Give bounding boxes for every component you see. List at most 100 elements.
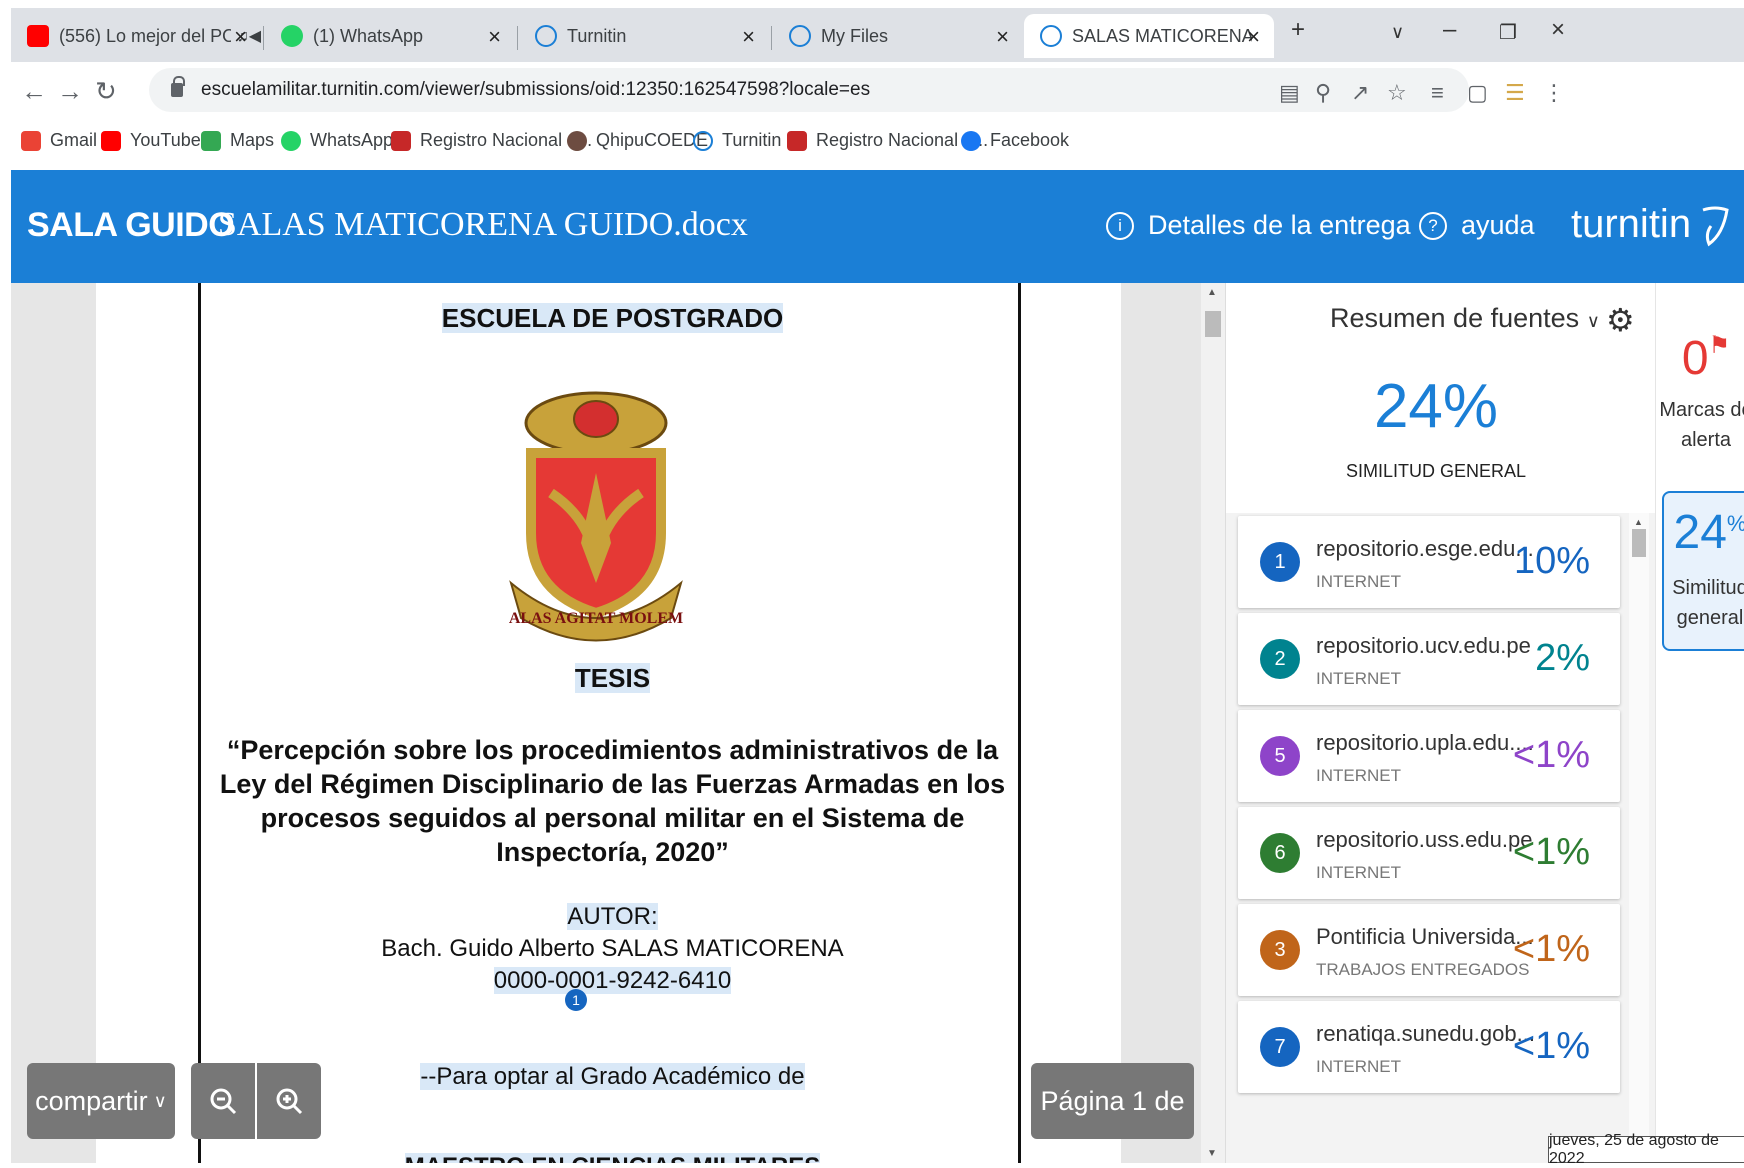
extension-icon[interactable]: ☰ bbox=[1505, 80, 1525, 106]
scroll-thumb[interactable] bbox=[1205, 311, 1221, 337]
bookmark-registro-1[interactable]: Registro Nacional d... bbox=[391, 130, 592, 151]
tab-my-files[interactable]: My Files × bbox=[773, 14, 1023, 58]
lock-icon bbox=[171, 76, 185, 97]
source-item-5[interactable]: 5 repositorio.upla.edu.... INTERNET <1% bbox=[1238, 710, 1620, 802]
zoom-out-button[interactable] bbox=[191, 1063, 255, 1139]
document-scrollbar[interactable]: ▲ ▼ bbox=[1201, 283, 1225, 1163]
facebook-icon bbox=[961, 130, 981, 151]
source-type: TRABAJOS ENTREGADOS bbox=[1316, 960, 1530, 979]
info-icon: i bbox=[1106, 211, 1134, 240]
document-page: ESCUELA DE POSTGRADO ALAS AGITAT MOLEM T… bbox=[198, 283, 1021, 1163]
translate-icon[interactable]: ▤ bbox=[1279, 80, 1300, 106]
bookmark-registro-2[interactable]: Registro Nacional d... bbox=[787, 130, 988, 151]
turnitin-icon bbox=[789, 25, 811, 47]
close-tab-icon[interactable]: × bbox=[742, 24, 755, 50]
source-name: repositorio.uss.edu.pe bbox=[1316, 827, 1533, 852]
page-indicator[interactable]: Página 1 de bbox=[1031, 1063, 1194, 1139]
source-number-badge: 3 bbox=[1260, 930, 1300, 970]
bookmark-qhipucoede[interactable]: QhipuCOEDE bbox=[567, 130, 708, 151]
bookmark-facebook[interactable]: Facebook bbox=[961, 130, 1069, 151]
turnitin-logo-icon bbox=[1702, 206, 1729, 247]
military-seal-emblem: ALAS AGITAT MOLEM bbox=[509, 391, 683, 642]
course-title: SALA GUIDO bbox=[27, 206, 235, 244]
turnitin-header: SALA GUIDO SALAS MATICORENA GUIDO.docx i… bbox=[11, 170, 1744, 283]
source-percent: 2% bbox=[1535, 637, 1590, 679]
tab-youtube[interactable]: (556) Lo mejor del POP ♫◀ × bbox=[11, 14, 261, 58]
flags-label: Marcas de alerta bbox=[1659, 399, 1744, 451]
sources-summary-dropdown[interactable]: Resumen de fuentes ∨ bbox=[1330, 303, 1600, 334]
share-page-icon[interactable]: ↗ bbox=[1351, 80, 1369, 106]
turnitin-icon bbox=[693, 130, 713, 151]
submission-details-link[interactable]: i Detalles de la entrega bbox=[1106, 210, 1411, 241]
reading-list-icon[interactable]: ≡ bbox=[1431, 80, 1444, 106]
match-marker[interactable]: 1 bbox=[565, 989, 587, 1011]
minimize-icon[interactable]: – bbox=[1443, 16, 1456, 44]
bookmark-whatsapp[interactable]: WhatsApp bbox=[281, 130, 393, 151]
reload-icon[interactable]: ↻ bbox=[95, 76, 117, 107]
scroll-thumb[interactable] bbox=[1632, 529, 1646, 557]
turnitin-logo: turnitin bbox=[1571, 202, 1735, 248]
source-type: INTERNET bbox=[1316, 572, 1401, 591]
zoom-in-button[interactable] bbox=[257, 1063, 321, 1139]
similarity-card[interactable]: 24% Similitud general bbox=[1662, 491, 1744, 651]
browser-window: (556) Lo mejor del POP ♫◀ × (1) WhatsApp… bbox=[11, 0, 1744, 1167]
url-bar[interactable]: escuelamilitar.turnitin.com/viewer/submi… bbox=[149, 68, 1469, 112]
bookmarks-bar: Gmail YouTube Maps WhatsApp Registro Nac… bbox=[11, 118, 1744, 166]
back-icon[interactable]: ← bbox=[21, 76, 47, 107]
panel-summary: Resumen de fuentes ∨ ⚙ 24% SIMILITUD GEN… bbox=[1226, 283, 1656, 513]
overall-similarity-value: 24% bbox=[1373, 372, 1499, 441]
close-tab-icon[interactable]: × bbox=[488, 24, 501, 50]
source-item-2[interactable]: 2 repositorio.ucv.edu.pe INTERNET 2% bbox=[1238, 613, 1620, 705]
share-button[interactable]: compartir ∨ bbox=[27, 1063, 175, 1139]
tab-whatsapp[interactable]: (1) WhatsApp × bbox=[265, 14, 515, 58]
help-link[interactable]: ? ayuda bbox=[1419, 210, 1535, 241]
sources-scrollbar[interactable]: ▲ ▼ bbox=[1629, 513, 1649, 1163]
author-block: AUTOR: Bach. Guido Alberto SALAS MATICOR… bbox=[381, 903, 844, 994]
source-name: renatiqa.sunedu.gob... bbox=[1316, 1021, 1535, 1046]
tab-salas-maticorena[interactable]: SALAS MATICORENA GUIDO × bbox=[1024, 14, 1274, 58]
restore-icon[interactable]: ❐ bbox=[1499, 20, 1517, 45]
source-percent: <1% bbox=[1512, 1025, 1590, 1067]
source-number-badge: 2 bbox=[1260, 639, 1300, 679]
zoom-icon[interactable]: ⚲ bbox=[1315, 80, 1331, 106]
source-type: INTERNET bbox=[1316, 863, 1401, 882]
source-number-badge: 5 bbox=[1260, 736, 1300, 776]
bookmark-maps[interactable]: Maps bbox=[201, 130, 274, 151]
new-tab-icon[interactable]: + bbox=[1291, 16, 1305, 44]
file-name: SALAS MATICORENA GUIDO.docx bbox=[218, 206, 748, 243]
source-name: repositorio.esge.edu... bbox=[1316, 536, 1534, 561]
svg-text:ALAS AGITAT MOLEM: ALAS AGITAT MOLEM bbox=[509, 610, 683, 627]
gear-icon[interactable]: ⚙ bbox=[1606, 301, 1635, 339]
close-tab-icon[interactable]: × bbox=[234, 24, 247, 50]
scroll-down-icon: ▼ bbox=[1207, 1148, 1217, 1159]
tab-search-icon[interactable]: ∨ bbox=[1391, 22, 1404, 43]
turnitin-icon bbox=[535, 25, 557, 47]
source-item-1[interactable]: 1 repositorio.esge.edu... INTERNET 10% bbox=[1238, 516, 1620, 608]
source-item-7[interactable]: 7 renatiqa.sunedu.gob... INTERNET <1% bbox=[1238, 1001, 1620, 1093]
close-tab-icon[interactable]: × bbox=[1247, 24, 1260, 50]
source-item-3[interactable]: 3 Pontificia Universida... TRABAJOS ENTREG… bbox=[1238, 904, 1620, 996]
source-name: repositorio.upla.edu.... bbox=[1316, 730, 1534, 755]
registro-icon bbox=[787, 130, 807, 151]
side-panel-icon[interactable]: ▢ bbox=[1467, 80, 1488, 106]
flag-icon: ⚑ bbox=[1708, 332, 1731, 359]
bookmark-turnitin[interactable]: Turnitin bbox=[693, 130, 781, 151]
thesis-type: TESIS bbox=[574, 663, 651, 693]
tab-turnitin[interactable]: Turnitin × bbox=[519, 14, 769, 58]
qhipu-icon bbox=[567, 130, 587, 151]
menu-icon[interactable]: ⋮ bbox=[1543, 80, 1565, 106]
forward-icon[interactable]: → bbox=[57, 76, 83, 107]
close-window-icon[interactable]: × bbox=[1551, 16, 1565, 44]
thesis-title: “Percepción sobre los procedimientos adm… bbox=[219, 735, 1006, 867]
flags-count[interactable]: 0⚑ bbox=[1656, 331, 1744, 386]
turnitin-icon bbox=[1040, 25, 1062, 47]
bookmark-youtube[interactable]: YouTube bbox=[101, 130, 201, 151]
source-percent: 10% bbox=[1513, 540, 1590, 582]
scroll-up-icon: ▲ bbox=[1207, 287, 1217, 298]
bookmark-star-icon[interactable]: ☆ bbox=[1387, 80, 1407, 106]
bookmark-gmail[interactable]: Gmail bbox=[21, 130, 97, 151]
whatsapp-icon bbox=[281, 25, 303, 47]
source-item-6[interactable]: 6 repositorio.uss.edu.pe INTERNET <1% bbox=[1238, 807, 1620, 899]
close-tab-icon[interactable]: × bbox=[996, 24, 1009, 50]
side-rail: 0⚑ Marcas de alerta 24% Similitud genera… bbox=[1655, 283, 1744, 1163]
